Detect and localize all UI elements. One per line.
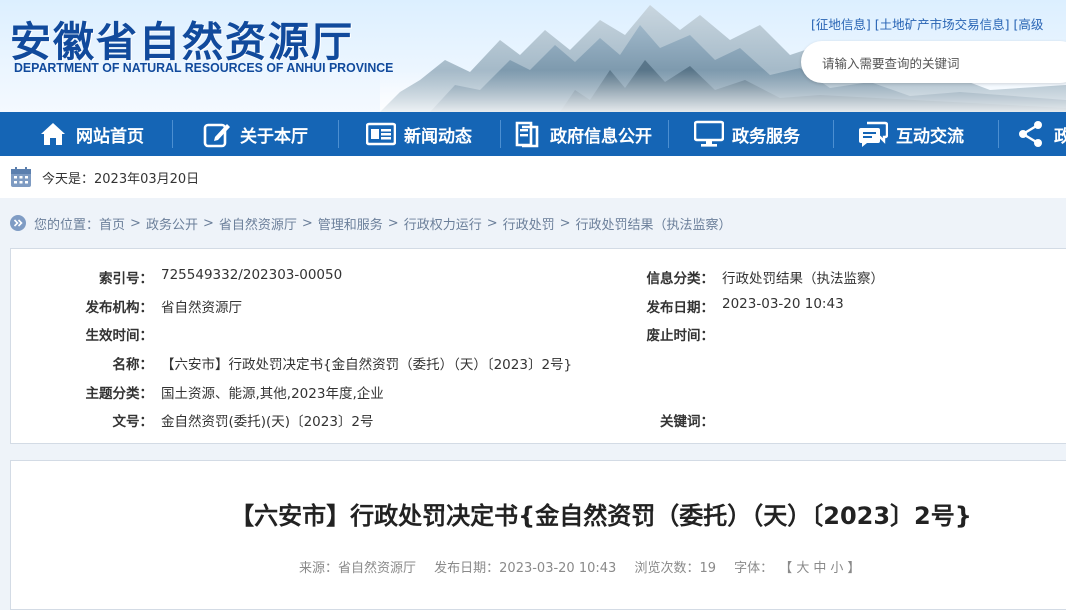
nav-item-home[interactable]: 网站首页 xyxy=(38,112,144,156)
site-subtitle-en: DEPARTMENT OF NATURAL RESOURCES OF ANHUI… xyxy=(14,61,394,75)
meta-label: 废止时间： xyxy=(646,328,715,344)
breadcrumb-separator: > xyxy=(387,215,399,231)
link-land-acquisition[interactable]: [征地信息] xyxy=(811,17,871,32)
nav-item-services[interactable]: 政务服务 xyxy=(694,112,800,156)
nav-label: 网站首页 xyxy=(76,126,144,147)
nav-label: 新闻动态 xyxy=(404,126,472,147)
link-advanced[interactable]: [高级 xyxy=(1014,17,1044,32)
meta-value: 金自然资罚(委托)(天)〔2023〕2号 xyxy=(161,414,374,430)
top-quick-links: [征地信息] [土地矿产市场交易信息] [高级 xyxy=(811,14,1066,33)
breadcrumb-gov-affairs[interactable]: 政务公开 xyxy=(146,214,198,233)
article-source: 来源：省自然资源厅 xyxy=(299,561,417,576)
nav-label: 关于本厅 xyxy=(240,126,308,147)
home-icon xyxy=(38,119,68,149)
date-bar: 今天是：2023年03月20日 xyxy=(0,156,1066,198)
today-date: 今天是：2023年03月20日 xyxy=(42,171,200,187)
meta-label: 文号： xyxy=(112,414,154,430)
nav-label: 政府信息公开 xyxy=(550,126,652,147)
font-size-label: 字体： xyxy=(734,561,774,576)
meta-label: 关键词： xyxy=(660,414,714,430)
meta-value: 725549332/202303-00050 xyxy=(161,267,343,283)
breadcrumb-separator: > xyxy=(301,215,313,231)
font-size-controls: 【大中小】 xyxy=(777,561,862,576)
breadcrumb-admin-power[interactable]: 行政权力运行 xyxy=(404,214,482,233)
breadcrumb-penalty-result[interactable]: 行政处罚结果（执法监察） xyxy=(576,214,732,233)
nav-divider xyxy=(833,120,834,148)
article-title: 【六安市】行政处罚决定书{金自然资罚（委托）（天）〔2023〕2号} xyxy=(230,502,972,530)
calendar-icon xyxy=(11,167,31,187)
article-panel: 【六安市】行政处罚决定书{金自然资罚（委托）（天）〔2023〕2号} 来源：省自… xyxy=(10,460,1066,610)
meta-label: 发布日期： xyxy=(646,300,715,316)
location-icon xyxy=(10,215,26,231)
meta-value: 行政处罚结果（执法监察） xyxy=(722,271,884,287)
nav-divider xyxy=(998,120,999,148)
nav-item-interaction[interactable]: 互动交流 xyxy=(858,112,964,156)
breadcrumb-department[interactable]: 省自然资源厅 xyxy=(219,214,297,233)
breadcrumb-penalty[interactable]: 行政处罚 xyxy=(503,214,555,233)
font-size-small[interactable]: 小 xyxy=(830,561,843,576)
font-size-medium[interactable]: 中 xyxy=(813,561,826,576)
breadcrumb-management[interactable]: 管理和服务 xyxy=(318,214,383,233)
nav-item-more[interactable]: 政 xyxy=(1016,112,1066,156)
search-input[interactable] xyxy=(820,52,1064,74)
site-title: 安徽省自然资源厅 xyxy=(10,18,354,66)
article-views: 浏览次数：19 xyxy=(634,561,716,576)
bracket-close: 】 xyxy=(847,561,861,576)
font-size-large[interactable]: 大 xyxy=(796,561,809,576)
meta-label: 生效时间： xyxy=(85,328,154,344)
breadcrumb-home[interactable]: 首页 xyxy=(99,214,125,233)
breadcrumb-prefix: 您的位置： xyxy=(34,217,100,233)
breadcrumb-separator: > xyxy=(486,215,498,231)
edit-icon xyxy=(202,119,232,149)
document-icon xyxy=(512,119,542,149)
nav-divider xyxy=(668,120,669,148)
share-icon xyxy=(1016,119,1046,149)
nav-divider xyxy=(338,120,339,148)
nav-item-about[interactable]: 关于本厅 xyxy=(202,112,308,156)
meta-value: 2023-03-20 10:43 xyxy=(722,296,844,312)
breadcrumb-separator: > xyxy=(559,215,571,231)
document-metadata: 索引号： 725549332/202303-00050 发布机构： 省自然资源厅… xyxy=(10,248,1066,444)
site-header: 安徽省自然资源厅 DEPARTMENT OF NATURAL RESOURCES… xyxy=(0,0,1066,112)
search-box xyxy=(801,41,1066,83)
meta-label: 发布机构： xyxy=(85,300,154,316)
meta-label: 索引号： xyxy=(99,271,153,287)
bracket-open: 【 xyxy=(779,561,793,576)
nav-item-news[interactable]: 新闻动态 xyxy=(366,112,472,156)
main-nav: 网站首页 关于本厅 新闻动态 政府信息公开 政务服务 互动交流 政 xyxy=(0,112,1066,156)
breadcrumb: 您的位置： 首页 > 政务公开 > 省自然资源厅 > 管理和服务 > 行政权力运… xyxy=(10,212,732,234)
newspaper-icon xyxy=(366,119,396,149)
meta-value: 【六安市】行政处罚决定书{金自然资罚（委托）（天）〔2023〕2号} xyxy=(161,357,573,373)
nav-label: 互动交流 xyxy=(896,126,964,147)
nav-divider xyxy=(172,120,173,148)
article-date: 发布日期：2023-03-20 10:43 xyxy=(434,561,617,576)
meta-value: 省自然资源厅 xyxy=(161,300,242,316)
breadcrumb-separator: > xyxy=(130,215,141,231)
meta-value: 国土资源、能源,其他,2023年度,企业 xyxy=(161,386,384,402)
chat-icon xyxy=(858,119,888,149)
link-land-mineral-market[interactable]: [土地矿产市场交易信息] xyxy=(875,17,1010,32)
monitor-icon xyxy=(694,119,724,149)
nav-divider xyxy=(500,120,501,148)
nav-item-gov-info[interactable]: 政府信息公开 xyxy=(512,112,652,156)
article-info: 来源：省自然资源厅 发布日期：2023-03-20 10:43 浏览次数：19 … xyxy=(299,557,862,576)
nav-label: 政务服务 xyxy=(732,126,800,147)
breadcrumb-separator: > xyxy=(202,215,214,231)
meta-label: 信息分类： xyxy=(646,271,715,287)
meta-label: 主题分类： xyxy=(85,386,154,402)
nav-label: 政 xyxy=(1054,126,1066,147)
meta-label: 名称： xyxy=(112,357,154,373)
